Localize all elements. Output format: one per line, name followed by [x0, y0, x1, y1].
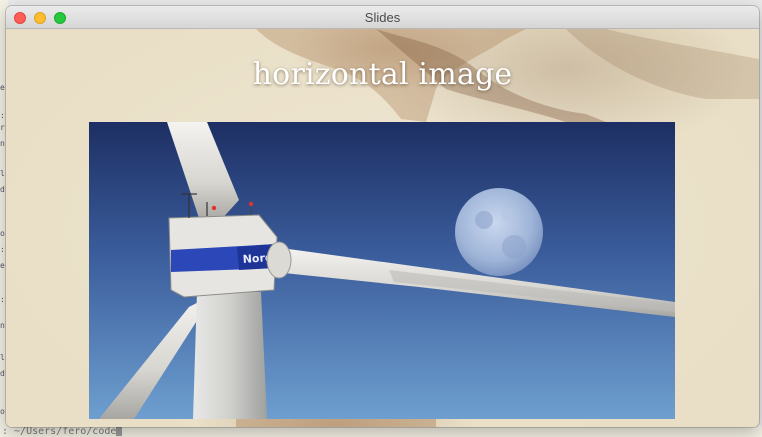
- turbine-photo: Nordex: [89, 122, 675, 419]
- turbine-hub: [266, 241, 292, 279]
- window-titlebar[interactable]: Slides: [6, 6, 759, 29]
- terminal-cursor: [116, 426, 123, 436]
- minimize-window-button[interactable]: [34, 12, 46, 24]
- window-title: Slides: [364, 10, 401, 25]
- slide-heading: horizontal image: [252, 57, 513, 92]
- terminal-prompt-line: : ~/Users/fero/code: [0, 426, 762, 437]
- maximize-window-button[interactable]: [54, 12, 66, 24]
- moon: [455, 188, 543, 276]
- close-window-button[interactable]: [14, 12, 26, 24]
- turbine-image: Nordex: [89, 122, 675, 419]
- turbine-tower: [193, 292, 267, 419]
- slides-window: Slides horizontal image Nordex: [6, 6, 759, 427]
- terminal-path: : ~/Users/fero/code: [2, 426, 117, 437]
- slide-canvas: horizontal image Nordex: [6, 29, 759, 427]
